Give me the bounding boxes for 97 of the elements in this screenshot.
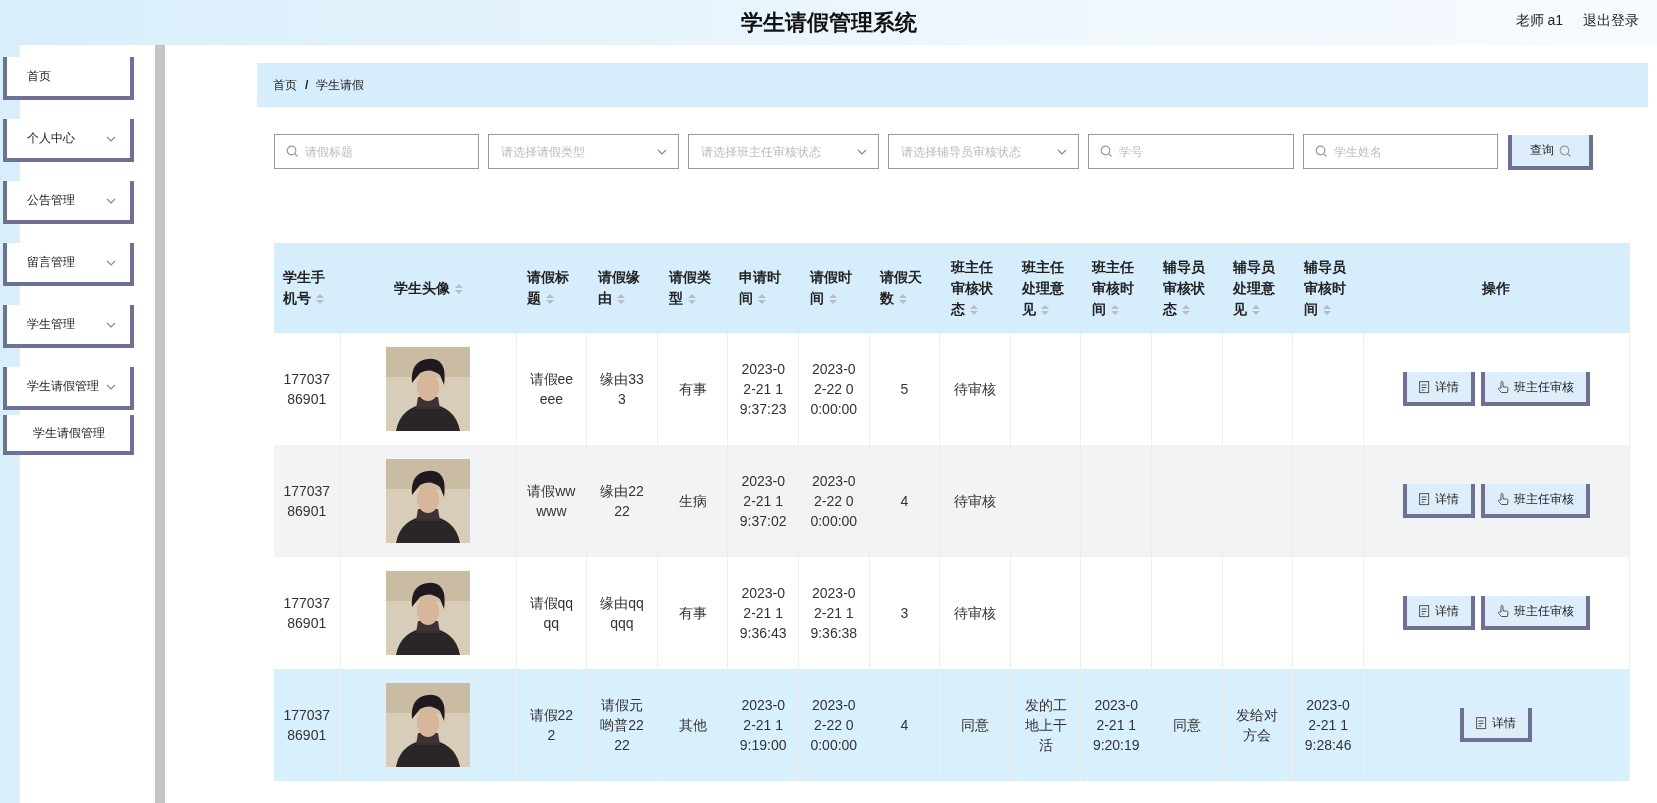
column-header[interactable]: 班主任处理意见 [1010, 243, 1081, 333]
column-header[interactable]: 请假缘由 [586, 243, 658, 333]
sort-icon[interactable] [1181, 304, 1190, 315]
document-icon [1418, 380, 1430, 394]
table-cell: 2023-02-21 19:37:02 [727, 445, 799, 557]
hand-pointer-icon [1496, 604, 1509, 618]
sort-icon[interactable] [1323, 304, 1332, 315]
select-field[interactable]: 请选择辅导员审核状态 [888, 134, 1079, 169]
user-name: 老师 a1 [1515, 12, 1563, 30]
table-cell: 4 [869, 445, 940, 557]
breadcrumb-separator: / [305, 78, 309, 92]
sidebar-item[interactable]: 学生管理 [3, 305, 134, 348]
breadcrumb-item[interactable]: 首页 [273, 76, 297, 94]
chevron-down-icon [106, 321, 116, 328]
detail-button[interactable]: 详情 [1402, 372, 1475, 406]
sidebar-item[interactable]: 个人中心 [3, 119, 134, 162]
column-header[interactable]: 学生手机号 [274, 243, 340, 333]
sort-icon[interactable] [454, 283, 463, 294]
scrollbar[interactable] [155, 45, 165, 803]
chevron-down-icon [657, 149, 667, 155]
submenu-item[interactable]: 学生请假管理 [3, 415, 134, 455]
table-cell: 2023-02-21 19:20:19 [1080, 669, 1152, 781]
column-header[interactable]: 班主任审核时间 [1080, 243, 1152, 333]
sidebar-item[interactable]: 留言管理 [3, 243, 134, 286]
column-header[interactable]: 请假时间 [798, 243, 870, 333]
table-cell: 缘由2222 [586, 445, 658, 557]
column-header[interactable]: 申请时间 [727, 243, 799, 333]
table-cell: 其他 [657, 669, 728, 781]
column-header: 操作 [1363, 243, 1630, 333]
review-button[interactable]: 班主任审核 [1480, 596, 1590, 630]
column-header[interactable]: 学生头像 [340, 243, 517, 333]
hand-pointer-icon [1496, 492, 1509, 506]
sort-icon[interactable] [828, 294, 837, 305]
document-icon [1418, 604, 1430, 618]
chevron-down-icon [1057, 149, 1067, 155]
column-header[interactable]: 请假标题 [516, 243, 587, 333]
column-header[interactable]: 请假天数 [869, 243, 940, 333]
table-cell: 发给对方会 [1222, 669, 1293, 781]
chevron-down-icon [106, 197, 116, 204]
column-header[interactable]: 辅导员审核时间 [1292, 243, 1364, 333]
review-button[interactable]: 班主任审核 [1480, 484, 1590, 518]
table-cell: 2023-02-22 00:00:00 [798, 669, 870, 781]
sort-icon[interactable] [899, 294, 908, 305]
chevron-down-icon [857, 149, 867, 155]
column-header[interactable]: 班主任审核状态 [939, 243, 1011, 333]
search-icon [1100, 145, 1112, 157]
sort-icon[interactable] [758, 294, 767, 305]
table-cell: 17703786901 [274, 669, 340, 781]
logout-link[interactable]: 退出登录 [1583, 12, 1639, 30]
column-header[interactable]: 请假类型 [657, 243, 728, 333]
table-cell: 请假元哟普2222 [586, 669, 658, 781]
sort-icon[interactable] [1252, 304, 1261, 315]
sidebar-item[interactable]: 首页 [3, 57, 134, 100]
search-field[interactable]: 学号 [1088, 134, 1294, 169]
document-icon [1476, 716, 1488, 730]
table-cell: 同意 [939, 669, 1011, 781]
table-cell: 请假222 [516, 669, 587, 781]
sort-icon[interactable] [316, 294, 324, 305]
page-title: 学生请假管理系统 [740, 8, 917, 37]
search-field[interactable]: 学生姓名 [1303, 134, 1498, 169]
sort-icon[interactable] [1040, 304, 1049, 315]
chevron-down-icon [106, 135, 116, 142]
table-cell: 4 [869, 669, 940, 781]
sort-icon[interactable] [970, 304, 978, 315]
chevron-down-icon [106, 383, 116, 390]
hand-pointer-icon [1496, 380, 1509, 394]
search-icon [286, 145, 298, 157]
table-cell: 发的工地上干活 [1010, 669, 1081, 781]
search-button[interactable]: 查询 [1508, 135, 1593, 170]
document-icon [1418, 492, 1430, 506]
table-cell: 17703786901 [274, 445, 340, 557]
sidebar-item[interactable]: 学生请假管理 [3, 367, 134, 410]
sort-icon[interactable] [1111, 304, 1120, 315]
table-cell: 2023-02-21 19:19:00 [727, 669, 799, 781]
chevron-down-icon [106, 259, 116, 266]
select-field[interactable]: 请选择班主任审核状态 [688, 134, 879, 169]
detail-button[interactable]: 详情 [1460, 708, 1533, 742]
column-header[interactable]: 辅导员审核状态 [1151, 243, 1223, 333]
search-field[interactable]: 请假标题 [274, 134, 479, 169]
table-cell: 生病 [657, 445, 728, 557]
sort-icon[interactable] [687, 294, 696, 305]
breadcrumb-item: 学生请假 [316, 76, 365, 94]
table-cell: 待审核 [939, 445, 1011, 557]
sort-icon[interactable] [546, 294, 555, 305]
select-field[interactable]: 请选择请假类型 [488, 134, 679, 169]
table-cell: 2023-02-21 19:28:46 [1292, 669, 1364, 781]
search-icon [1559, 144, 1571, 157]
review-button[interactable]: 班主任审核 [1480, 372, 1590, 406]
column-header[interactable]: 辅导员处理意见 [1222, 243, 1293, 333]
detail-button[interactable]: 详情 [1402, 596, 1475, 630]
table-cell: 请假wwwww [516, 445, 587, 557]
detail-button[interactable]: 详情 [1402, 484, 1475, 518]
sort-icon[interactable] [616, 294, 625, 305]
table-cell: 同意 [1151, 669, 1223, 781]
search-icon [1315, 145, 1327, 157]
table-cell: 2023-02-22 00:00:00 [798, 445, 870, 557]
sidebar-item[interactable]: 公告管理 [3, 181, 134, 224]
